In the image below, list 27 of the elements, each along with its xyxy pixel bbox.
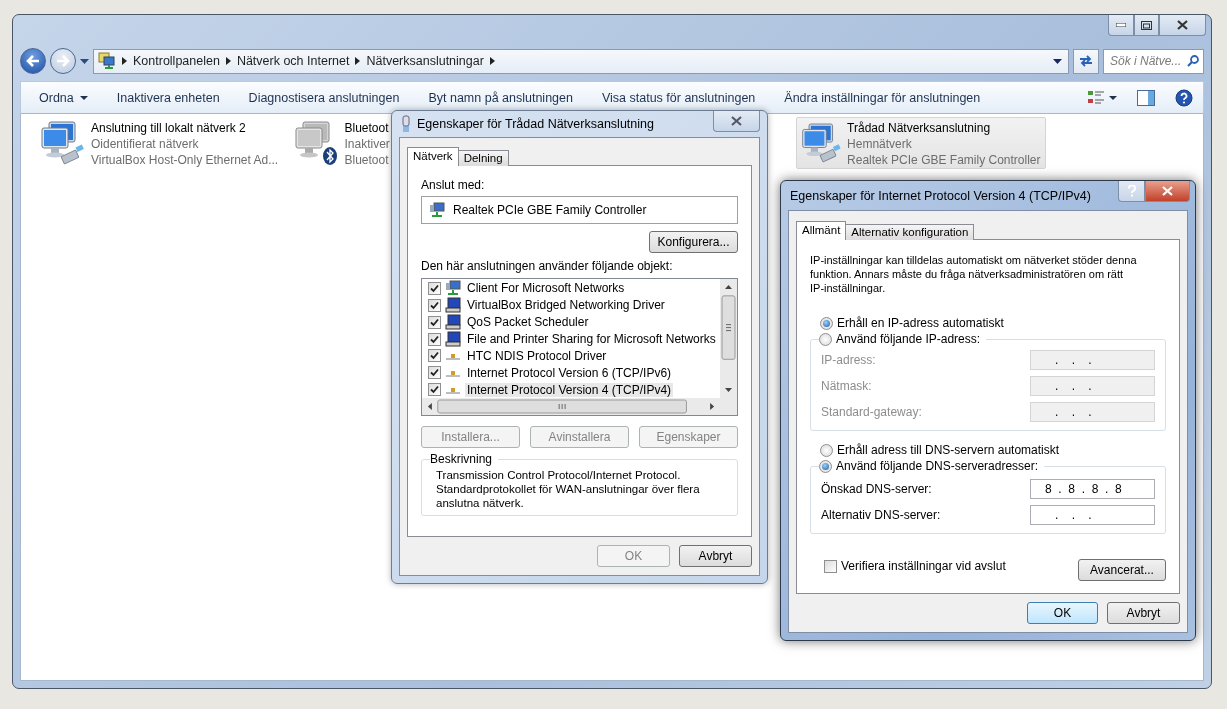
- field-label: Alternativ DNS-server:: [821, 508, 942, 522]
- connection-name: Anslutning till lokalt nätverk 2: [91, 120, 247, 136]
- connection-name: Trådad Nätverksanslutning: [847, 120, 992, 136]
- connect-using-label: Anslut med:: [421, 178, 486, 192]
- adapter-name: Realtek PCIe GBE Family Controller: [453, 203, 647, 217]
- connection-name: Bluetoot: [344, 120, 390, 136]
- group-title: Beskrivning: [430, 452, 493, 466]
- connection-status: Oidentifierat nätverk: [91, 136, 200, 152]
- checkbox-label: Verifiera inställningar vid avslut: [841, 559, 1006, 573]
- field-label: Nätmask:: [821, 379, 873, 393]
- dialog-title: Egenskaper för Trådad Nätverksanslutning: [417, 117, 655, 131]
- connection-status: Inaktiver: [344, 136, 390, 152]
- radio-label: Använd följande DNS-serveradresser:: [836, 459, 1039, 473]
- intro-text: IP-inställningar kan tilldelas automatiskt om nätverket stöder denna funktion. Annars måste du fråga nätverksadministratören om rätt IP-inställningar.: [810, 253, 1138, 295]
- field-label: Standard-gateway:: [821, 405, 923, 419]
- radio-label: Erhåll adress till DNS-servern automatiskt: [837, 443, 1060, 457]
- description-text: Transmission Control Protocol/Internet Protocol. Standardprotokollet för WAN-anslutningar över flera anslutna nätverk.: [435, 468, 701, 511]
- field-label: Önskad DNS-server:: [821, 482, 933, 496]
- radio-label: Använd följande IP-adress:: [836, 332, 981, 346]
- items-label: Den här anslutningen använder följande objekt:: [421, 259, 674, 273]
- connection-status: Hemnätverk: [847, 136, 913, 152]
- connection-adapter: VirtualBox Host-Only Ethernet Ad...: [91, 152, 279, 168]
- connection-adapter: Bluetoot: [344, 152, 390, 168]
- connection-adapter: Realtek PCIe GBE Family Controller: [847, 152, 1041, 168]
- field-label: IP-adress:: [821, 353, 877, 367]
- radio-label: Erhåll en IP-adress automatiskt: [837, 316, 1004, 330]
- dialog-title: Egenskaper för Internet Protocol Version 4 (TCP/IPv4): [790, 188, 1092, 203]
